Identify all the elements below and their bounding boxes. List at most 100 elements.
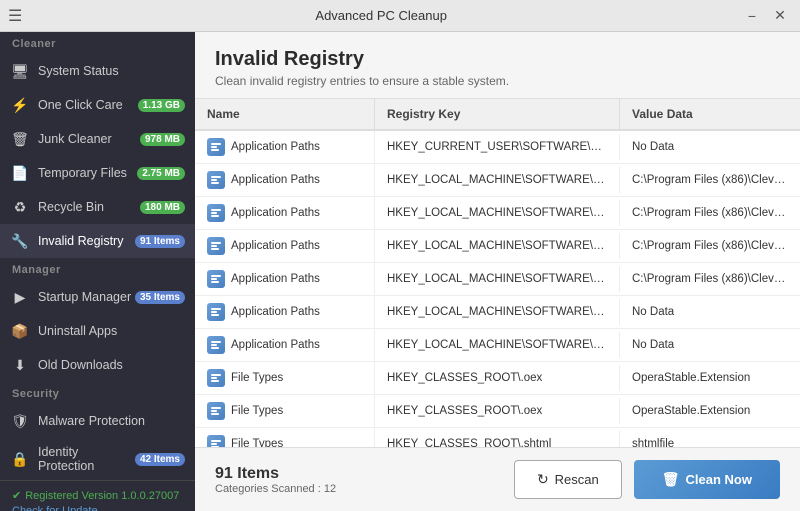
registry-item-icon [207,402,225,420]
table-row[interactable]: Application Paths HKEY_LOCAL_MACHINE\SOF… [195,230,800,263]
registered-text: Registered Version 1.0.0.27007 [25,490,179,502]
table-row[interactable]: Application Paths HKEY_LOCAL_MACHINE\SOF… [195,263,800,296]
footer-buttons: ↻ Rescan 🗑 Clean Now [514,460,780,499]
cell-key: HKEY_CURRENT_USER\SOFTWARE\Microsoft\Win… [375,134,620,160]
items-count: 91 Items [215,465,336,483]
cell-value: C:\Program Files (x86)\CleverFiles\ [620,233,800,259]
column-header-key: Registry Key [375,99,620,129]
table-header: Name Registry Key Value Data [195,99,800,131]
table-row[interactable]: Application Paths HKEY_CURRENT_USER\SOFT… [195,131,800,164]
identity-icon: 🔒 [10,449,30,469]
content-area: Invalid Registry Clean invalid registry … [195,32,800,511]
table-row[interactable]: Application Paths HKEY_LOCAL_MACHINE\SOF… [195,296,800,329]
table-row[interactable]: File Types HKEY_CLASSES_ROOT\.shtml shtm… [195,428,800,447]
table-row[interactable]: Application Paths HKEY_LOCAL_MACHINE\SOF… [195,329,800,362]
main-layout: Cleaner 🖥 System Status ⚡ One Click Care… [0,32,800,511]
clean-now-button[interactable]: 🗑 Clean Now [634,460,780,499]
registry-item-icon [207,369,225,387]
registry-icon: 🔧 [10,231,30,251]
uninstall-apps-label: Uninstall Apps [38,324,185,338]
sidebar-item-temporary-files[interactable]: 📄 Temporary Files 2.75 MB [0,156,195,190]
recycle-bin-label: Recycle Bin [38,200,140,214]
one-click-care-label: One Click Care [38,98,138,112]
cell-key: HKEY_CLASSES_ROOT\.shtml [375,431,620,447]
registry-item-icon [207,237,225,255]
startup-manager-label: Startup Manager [38,290,135,304]
cell-key: HKEY_LOCAL_MACHINE\SOFTWARE\Microsoft\Wi… [375,299,620,325]
invalid-registry-label: Invalid Registry [38,234,135,248]
cell-key: HKEY_CLASSES_ROOT\.oex [375,398,620,424]
registry-table[interactable]: Name Registry Key Value Data Application… [195,99,800,447]
startup-icon: ▶ [10,287,30,307]
table-row[interactable]: Application Paths HKEY_LOCAL_MACHINE\SOF… [195,197,800,230]
temporary-files-label: Temporary Files [38,166,137,180]
footer-info: 91 Items Categories Scanned : 12 [215,465,336,495]
clean-now-label: Clean Now [686,472,752,487]
cell-value: No Data [620,299,800,325]
registry-item-icon [207,171,225,189]
identity-protection-label: Identity Protection [38,445,135,473]
invalid-registry-badge: 91 Items [135,235,185,248]
sidebar-item-malware-protection[interactable]: 🛡 Malware Protection [0,404,195,438]
table-row[interactable]: Application Paths HKEY_LOCAL_MACHINE\SOF… [195,164,800,197]
junk-icon: 🗑 [10,129,30,149]
clean-icon: 🗑 [662,471,680,488]
sidebar-item-one-click-care[interactable]: ⚡ One Click Care 1.13 GB [0,88,195,122]
sidebar-item-recycle-bin[interactable]: ♻ Recycle Bin 180 MB [0,190,195,224]
old-downloads-label: Old Downloads [38,358,185,372]
cell-key: HKEY_CLASSES_ROOT\.oex [375,365,620,391]
page-title: Invalid Registry [215,48,780,71]
one-click-care-badge: 1.13 GB [138,99,185,112]
cell-key: HKEY_LOCAL_MACHINE\SOFTWARE\Microsoft\Wi… [375,233,620,259]
sidebar: Cleaner 🖥 System Status ⚡ One Click Care… [0,32,195,511]
title-bar-left: ☰ [8,6,22,26]
registry-item-icon [207,303,225,321]
cell-name: Application Paths [195,197,375,229]
registry-item-icon [207,138,225,156]
sidebar-item-old-downloads[interactable]: ⬇ Old Downloads [0,348,195,382]
app-title: Advanced PC Cleanup [22,8,740,23]
cell-value: No Data [620,332,800,358]
column-header-value: Value Data [620,99,800,129]
title-bar: ☰ Advanced PC Cleanup − ✕ [0,0,800,32]
registry-item-icon [207,435,225,447]
sidebar-item-identity-protection[interactable]: 🔒 Identity Protection 42 Items [0,438,195,480]
close-button[interactable]: ✕ [768,6,792,26]
cell-name: File Types [195,362,375,394]
check-update-link[interactable]: Check for Update [12,505,98,511]
hamburger-icon[interactable]: ☰ [8,6,22,26]
junk-cleaner-label: Junk Cleaner [38,132,140,146]
categories-scanned: Categories Scanned : 12 [215,483,336,495]
sidebar-item-uninstall-apps[interactable]: 📦 Uninstall Apps [0,314,195,348]
cell-value: OperaStable.Extension [620,365,800,391]
cell-value: C:\Program Files (x86)\CleverFile... [620,200,800,226]
sidebar-item-invalid-registry[interactable]: 🔧 Invalid Registry 91 Items [0,224,195,258]
rescan-button[interactable]: ↻ Rescan [514,460,622,499]
manager-section-label: Manager [0,258,195,280]
tempfiles-icon: 📄 [10,163,30,183]
minimize-button[interactable]: − [740,6,764,26]
cleaner-section-label: Cleaner [0,32,195,54]
cell-value: C:\Program Files (x86)\CleverFiles\ [620,266,800,292]
table-body: Application Paths HKEY_CURRENT_USER\SOFT… [195,131,800,447]
cell-key: HKEY_LOCAL_MACHINE\SOFTWARE\Microsoft\Wi… [375,266,620,292]
registry-item-icon [207,270,225,288]
title-bar-controls: − ✕ [740,6,792,26]
sidebar-footer: ✔ Registered Version 1.0.0.27007 Check f… [0,480,195,511]
cell-name: File Types [195,395,375,427]
registry-item-icon [207,204,225,222]
monitor-icon: 🖥 [10,61,30,81]
recycle-bin-badge: 180 MB [140,201,185,214]
sidebar-item-junk-cleaner[interactable]: 🗑 Junk Cleaner 978 MB [0,122,195,156]
check-icon: ✔ [12,489,21,502]
malware-protection-label: Malware Protection [38,414,185,428]
cell-name: Application Paths [195,131,375,163]
system-status-label: System Status [38,64,185,78]
sidebar-item-startup-manager[interactable]: ▶ Startup Manager 35 Items [0,280,195,314]
sidebar-item-system-status[interactable]: 🖥 System Status [0,54,195,88]
table-row[interactable]: File Types HKEY_CLASSES_ROOT\.oex OperaS… [195,362,800,395]
table-row[interactable]: File Types HKEY_CLASSES_ROOT\.oex OperaS… [195,395,800,428]
junk-cleaner-badge: 978 MB [140,133,185,146]
content-footer: 91 Items Categories Scanned : 12 ↻ Resca… [195,447,800,511]
cell-key: HKEY_LOCAL_MACHINE\SOFTWARE\Microsoft\Wi… [375,332,620,358]
